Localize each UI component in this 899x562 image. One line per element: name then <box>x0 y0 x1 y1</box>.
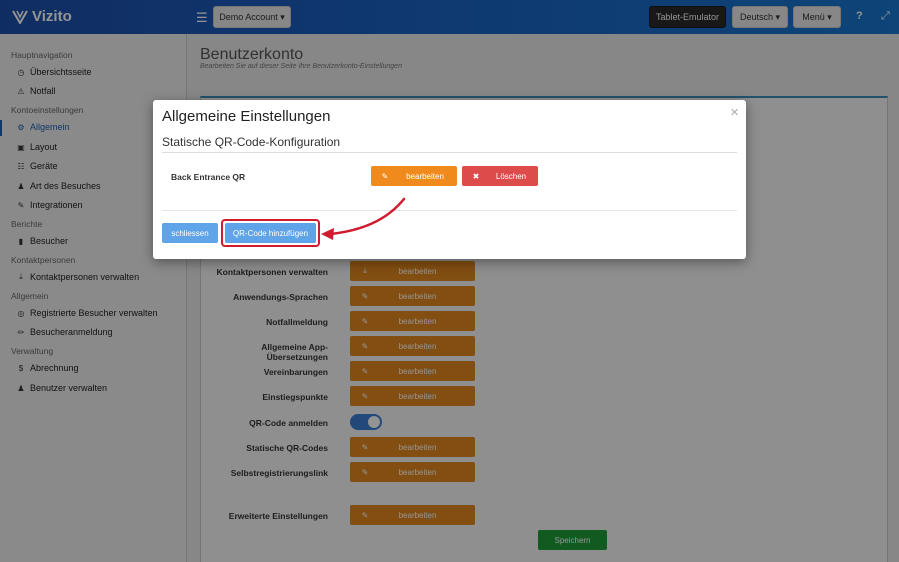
annotation-arrow-icon <box>321 197 406 240</box>
